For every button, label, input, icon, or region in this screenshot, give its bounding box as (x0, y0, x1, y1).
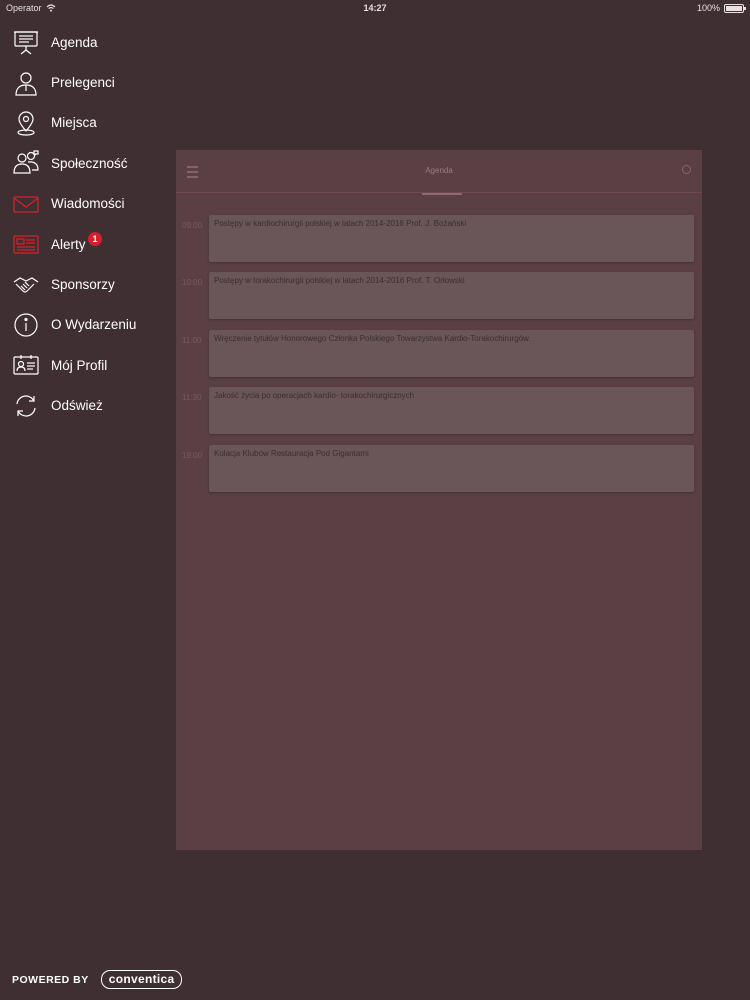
location-pin-icon (12, 109, 40, 137)
menu-label: O Wydarzeniu (51, 317, 137, 333)
info-icon (12, 311, 40, 339)
menu-item-spolecznosc[interactable]: Społeczność (0, 143, 170, 183)
session-time: 09:00 (182, 221, 203, 230)
conventica-logo[interactable]: conventica (100, 970, 183, 989)
session-card[interactable]: Wręczenie tytułów Honorowego Członka Pol… (209, 330, 694, 377)
list-item[interactable]: 10:00 Postępy w torakochirurgii polskiej… (176, 272, 702, 322)
battery-icon (724, 3, 746, 13)
session-time: 11:30 (182, 393, 202, 402)
menu-item-agenda[interactable]: Agenda (0, 22, 170, 62)
community-people-icon (12, 149, 40, 177)
list-item[interactable]: 09:00 Postępy w kardiochirurgii polskiej… (176, 215, 702, 265)
session-title: Postępy w torakochirurgii polskiej w lat… (214, 276, 465, 285)
menu-item-prelegenci[interactable]: Prelegenci (0, 62, 170, 102)
menu-label: Prelegenci (51, 75, 115, 91)
menu-label: Agenda (51, 34, 98, 50)
envelope-icon (12, 190, 40, 218)
speaker-person-icon (12, 69, 40, 97)
menu-label: Miejsca (51, 115, 97, 131)
session-title: Wręczenie tytułów Honorowego Członka Pol… (214, 334, 531, 343)
battery-percent: 100% (696, 3, 720, 13)
list-item[interactable]: 11:00 Wręczenie tytułów Honorowego Człon… (176, 330, 702, 380)
menu-label: Wiadomości (51, 196, 125, 212)
panel-title: Agenda (425, 166, 453, 175)
session-card[interactable]: Kolacja Klubów Restauracja Pod Gigantami (209, 445, 694, 492)
battery-status: 100% (696, 3, 746, 13)
menu-item-wiadomosci[interactable]: Wiadomości (0, 184, 170, 224)
menu-item-alerty[interactable]: Alerty 1 (0, 224, 170, 264)
menu-item-sponsorzy[interactable]: Sponsorzy (0, 264, 170, 304)
search-icon[interactable] (682, 165, 691, 174)
menu-label: Alerty (51, 236, 86, 252)
list-item[interactable]: 11:30 Jakość życia po operacjach kardio-… (176, 387, 702, 437)
session-card[interactable]: Postępy w kardiochirurgii polskiej w lat… (209, 215, 694, 262)
menu-item-moj-profil[interactable]: Mój Profil (0, 345, 170, 385)
session-title: Kolacja Klubów Restauracja Pod Gigantami (214, 449, 369, 458)
agenda-panel[interactable]: Agenda 09:00 Postępy w kardiochirurgii p… (176, 150, 702, 850)
session-card[interactable]: Jakość życia po operacjach kardio- torak… (209, 387, 694, 434)
date-tab[interactable] (422, 189, 462, 195)
side-menu: Agenda Prelegenci Miejsca Społeczność Wi… (0, 22, 170, 426)
alert-count-badge: 1 (88, 231, 102, 246)
clock: 14:27 (363, 3, 387, 13)
powered-by-footer: POWERED BY conventica (12, 970, 183, 989)
session-title: Postępy w kardiochirurgii polskiej w lat… (214, 219, 467, 228)
menu-label: Mój Profil (51, 357, 108, 373)
status-bar: Operator 14:27 100% (0, 0, 750, 16)
alert-document-icon (12, 230, 40, 258)
profile-card-icon (12, 351, 40, 379)
session-time: 19:00 (182, 451, 203, 460)
menu-label: Sponsorzy (51, 277, 115, 293)
session-card[interactable]: Postępy w torakochirurgii polskiej w lat… (209, 272, 694, 319)
handshake-icon (12, 271, 40, 299)
menu-item-o-wydarzeniu[interactable]: O Wydarzeniu (0, 305, 170, 345)
refresh-icon (12, 392, 40, 420)
powered-by-label: POWERED BY (12, 973, 89, 986)
menu-item-miejsca[interactable]: Miejsca (0, 103, 170, 143)
panel-header: Agenda (176, 150, 702, 195)
session-title: Jakość życia po operacjach kardio- torak… (214, 391, 415, 400)
menu-item-odswiez[interactable]: Odśwież (0, 386, 170, 426)
menu-label: Społeczność (51, 155, 128, 171)
session-time: 10:00 (182, 278, 203, 287)
menu-label: Odśwież (51, 398, 103, 414)
presentation-board-icon (12, 28, 40, 56)
list-item[interactable]: 19:00 Kolacja Klubów Restauracja Pod Gig… (176, 445, 702, 495)
session-time: 11:00 (182, 336, 202, 345)
